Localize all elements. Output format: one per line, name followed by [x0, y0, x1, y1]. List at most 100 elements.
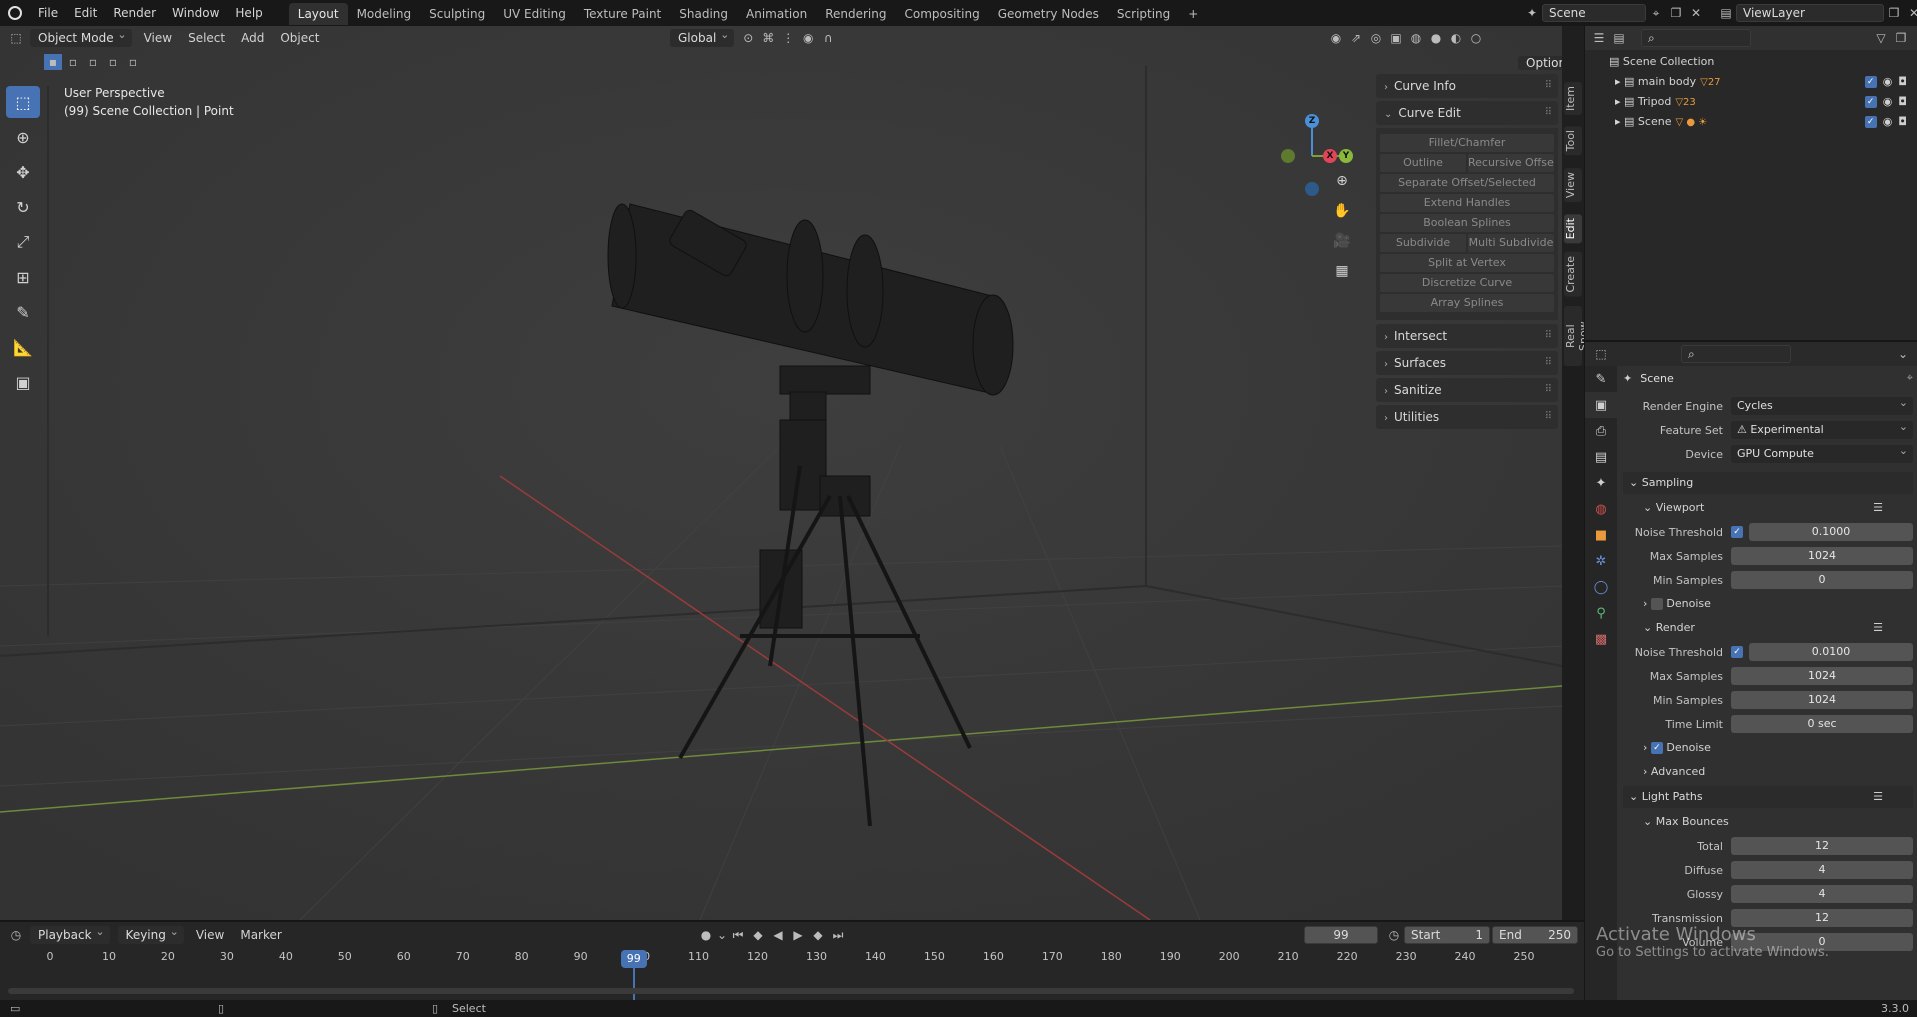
- blender-logo-icon[interactable]: [8, 6, 22, 20]
- render-camera-icon[interactable]: ◘: [1898, 95, 1907, 108]
- select-new-icon[interactable]: ▪: [44, 54, 62, 70]
- outliner-search-input[interactable]: ⌕: [1641, 29, 1751, 47]
- jump-start-icon[interactable]: ⏮: [728, 926, 748, 944]
- render-max-samples-field[interactable]: 1024: [1731, 667, 1913, 685]
- options-dropdown[interactable]: Options: [1518, 56, 1562, 70]
- preview-range-clock-icon[interactable]: ◷: [1384, 926, 1404, 944]
- render-min-samples-field[interactable]: 1024: [1731, 691, 1913, 709]
- select-subtract-icon[interactable]: ▫: [84, 54, 102, 70]
- bounces-diffuse-field[interactable]: 4: [1731, 861, 1913, 879]
- start-frame-field[interactable]: Start 1: [1404, 926, 1490, 944]
- workspace-tab-rendering[interactable]: Rendering: [816, 3, 895, 25]
- marker-menu[interactable]: Marker: [232, 928, 289, 942]
- scene-tab-icon[interactable]: ✦: [1585, 470, 1617, 496]
- current-frame-field[interactable]: 99: [1304, 926, 1378, 944]
- render-denoise-subsection[interactable]: › ✓ Denoise: [1623, 738, 1913, 758]
- bounces-glossy-field[interactable]: 4: [1731, 885, 1913, 903]
- play-icon[interactable]: ▶: [788, 926, 808, 944]
- viewport-menu-add[interactable]: Add: [233, 26, 272, 50]
- outline-button[interactable]: Outline: [1380, 154, 1466, 172]
- timeline-view-menu[interactable]: View: [188, 928, 232, 942]
- scale-tool-icon[interactable]: ⤢: [6, 226, 40, 258]
- discretize-curve-button[interactable]: Discretize Curve: [1380, 274, 1554, 292]
- max-bounces-subsection[interactable]: ⌄ Max Bounces: [1623, 812, 1913, 832]
- object-tab-icon[interactable]: ■: [1585, 522, 1617, 548]
- prev-keyframe-icon[interactable]: ◆: [748, 926, 768, 944]
- include-checkbox[interactable]: ✓: [1864, 76, 1877, 88]
- gizmo-y-axis[interactable]: Y: [1339, 149, 1353, 163]
- pin-icon[interactable]: ⌖: [1646, 4, 1666, 22]
- workspace-tab-uv-editing[interactable]: UV Editing: [494, 3, 575, 25]
- 3d-viewport[interactable]: ⬚ Object Mode View Select Add Object Glo…: [0, 26, 1562, 920]
- transform-orientation-selector[interactable]: Global: [670, 26, 735, 47]
- sidebar-tab-real-snow[interactable]: Real Snow: [1564, 306, 1590, 366]
- extend-handles-button[interactable]: Extend Handles: [1380, 194, 1554, 212]
- new-scene-icon[interactable]: ❐: [1666, 4, 1686, 22]
- keying-menu[interactable]: Keying: [117, 923, 184, 944]
- pin-icon[interactable]: ⌖: [1907, 371, 1913, 385]
- panel-sanitize[interactable]: › Sanitize ⠿: [1376, 378, 1558, 402]
- eye-icon[interactable]: ◉: [1883, 95, 1893, 108]
- render-noise-threshold-field[interactable]: 0.0100: [1749, 643, 1913, 661]
- display-mode-icon[interactable]: ▤: [1609, 29, 1629, 47]
- tool-tab-icon[interactable]: ✎: [1585, 366, 1617, 392]
- workspace-tab-animation[interactable]: Animation: [737, 3, 816, 25]
- sidebar-tab-edit[interactable]: Edit: [1564, 214, 1582, 244]
- array-splines-button[interactable]: Array Splines: [1380, 294, 1554, 312]
- gizmo-z-axis[interactable]: Z: [1305, 114, 1319, 128]
- viewport-min-samples-field[interactable]: 0: [1731, 571, 1913, 589]
- menu-help[interactable]: Help: [227, 0, 270, 26]
- texture-tab-icon[interactable]: ▩: [1585, 626, 1617, 652]
- workspace-tab-shading[interactable]: Shading: [670, 3, 737, 25]
- viewport-noise-threshold-field[interactable]: 0.1000: [1749, 523, 1913, 541]
- snap-target-icon[interactable]: ⋮: [778, 29, 798, 47]
- presets-list-icon[interactable]: ☰: [1873, 786, 1883, 808]
- auto-key-options-icon[interactable]: ⌄: [716, 926, 728, 944]
- scene-icon[interactable]: ✦: [1522, 4, 1542, 22]
- add-workspace-button[interactable]: +: [1179, 3, 1207, 25]
- sidebar-tab-tool[interactable]: Tool: [1564, 126, 1582, 156]
- view-layer-tab-icon[interactable]: ▤: [1585, 444, 1617, 470]
- workspace-tab-compositing[interactable]: Compositing: [895, 3, 988, 25]
- measure-tool-icon[interactable]: 📐: [6, 331, 40, 363]
- new-collection-icon[interactable]: ❐: [1891, 29, 1911, 47]
- solid-shading-icon[interactable]: ●: [1426, 29, 1446, 47]
- feature-set-dropdown[interactable]: ⚠ Experimental: [1731, 421, 1913, 439]
- viewport-denoise-checkbox[interactable]: [1650, 598, 1663, 610]
- outliner-editor-type-icon[interactable]: ☰: [1589, 29, 1609, 47]
- workspace-tab-scripting[interactable]: Scripting: [1108, 3, 1179, 25]
- annotate-tool-icon[interactable]: ✎: [6, 296, 40, 328]
- snap-icon[interactable]: ⌘: [758, 29, 778, 47]
- cursor-tool-icon[interactable]: ⊕: [6, 121, 40, 153]
- select-extend-icon[interactable]: ▫: [64, 54, 82, 70]
- wireframe-shading-icon[interactable]: ◍: [1406, 29, 1426, 47]
- jump-end-icon[interactable]: ⏭: [828, 926, 848, 944]
- recursive-offset-button[interactable]: Recursive Offset: [1468, 154, 1554, 172]
- sidebar-tab-create[interactable]: Create: [1564, 252, 1582, 297]
- select-intersect-icon[interactable]: ▫: [124, 54, 142, 70]
- delete-view-layer-icon[interactable]: ✕: [1904, 4, 1917, 22]
- render-noise-threshold-checkbox[interactable]: ✓: [1731, 646, 1743, 658]
- render-camera-icon[interactable]: ◘: [1898, 115, 1907, 128]
- advanced-subsection[interactable]: › Advanced: [1623, 762, 1913, 782]
- gizmo-toggle-icon[interactable]: ⇗: [1346, 29, 1366, 47]
- viewport-subsection[interactable]: ⌄ Viewport ☰: [1623, 498, 1913, 518]
- viewport-menu-object[interactable]: Object: [272, 26, 327, 50]
- move-tool-icon[interactable]: ✥: [6, 156, 40, 188]
- viewport-noise-threshold-checkbox[interactable]: ✓: [1731, 526, 1743, 538]
- playhead[interactable]: 99: [620, 950, 647, 968]
- menu-edit[interactable]: Edit: [66, 0, 105, 26]
- properties-options-icon[interactable]: ⌄: [1893, 345, 1913, 363]
- workspace-tab-modeling[interactable]: Modeling: [348, 3, 421, 25]
- outliner-item-main-body[interactable]: ▸ ▤ main body ▽27 ✓ ◉ ◘: [1585, 72, 1917, 92]
- output-tab-icon[interactable]: ⎙: [1585, 418, 1617, 444]
- next-keyframe-icon[interactable]: ◆: [808, 926, 828, 944]
- physics-tab-icon[interactable]: ◯: [1585, 574, 1617, 600]
- editor-type-icon[interactable]: ⬚: [6, 29, 26, 47]
- eye-icon[interactable]: ◉: [1883, 115, 1893, 128]
- filter-icon[interactable]: ▽: [1871, 29, 1891, 47]
- eye-icon[interactable]: ◉: [1883, 75, 1893, 88]
- transform-tool-icon[interactable]: ⊞: [6, 261, 40, 293]
- overlay-toggle-icon[interactable]: ◎: [1366, 29, 1386, 47]
- world-tab-icon[interactable]: ◍: [1585, 496, 1617, 522]
